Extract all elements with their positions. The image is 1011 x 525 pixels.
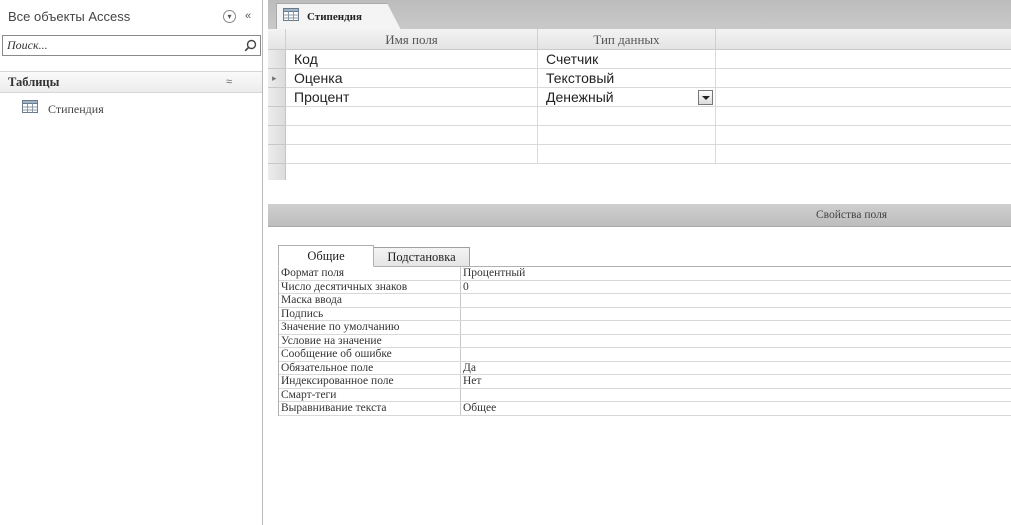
nav-pane-title[interactable]: Все объекты Access [8,9,219,24]
collapse-pane-icon[interactable]: « [240,8,256,24]
row-selector[interactable]: ▸ [268,69,286,88]
data-type-cell[interactable] [538,145,716,164]
property-row[interactable]: Сообщение об ошибке [279,348,1011,362]
table-row: Код Счетчик [286,50,1011,69]
field-name-cell[interactable]: Процент [286,88,538,107]
property-row[interactable]: Обязательное поле Да [279,361,1011,376]
nav-item-stipendiya[interactable]: Стипендия [0,95,262,123]
data-type-cell[interactable]: Денежный [538,88,716,107]
tab-lookup[interactable]: Подстановка [374,247,470,267]
row-selector[interactable] [268,145,286,164]
data-type-cell[interactable]: Счетчик [538,50,716,69]
table-row [286,126,1011,145]
property-label: Маска ввода [281,294,342,306]
description-cell[interactable] [716,126,1011,145]
table-icon [283,7,299,26]
property-value[interactable]: 0 [463,281,469,295]
nav-menu-dropdown-icon[interactable]: ▾ [223,9,236,23]
selector-header [268,29,286,50]
table-icon [22,100,38,118]
property-row[interactable]: Индексированное поле Нет [279,375,1011,389]
property-row[interactable]: Значение по умолчанию [279,321,1011,335]
document-tab-bar: Стипендия [268,0,1011,30]
column-header-description[interactable] [716,29,1011,50]
row-selector-column: ▸ [268,50,286,180]
data-type-value: Денежный [546,89,614,105]
current-row-marker-icon: ▸ [272,73,277,83]
table-row: Оценка Текстовый [286,69,1011,88]
table-row: Процент Денежный [286,88,1011,107]
description-cell[interactable] [716,50,1011,69]
search-icon[interactable] [240,36,260,55]
property-label: Число десятичных знаков [281,280,408,293]
property-row[interactable]: Смарт-теги [279,388,1011,402]
property-label: Условие на значение [281,334,382,347]
field-properties-title: Свойства поля [816,209,888,221]
grid-header-row: Имя поля Тип данных [268,29,1011,50]
column-header-field-name[interactable]: Имя поля [286,29,538,50]
description-cell[interactable] [716,107,1011,126]
row-selector[interactable] [268,88,286,107]
nav-pane-header[interactable]: Все объекты Access ▾ « [0,0,262,32]
description-cell[interactable] [716,145,1011,164]
property-row[interactable]: Маска ввода [279,294,1011,308]
table-row [286,107,1011,126]
property-label: Индексированное поле [281,375,394,387]
property-label: Сообщение об ошибке [281,348,392,360]
chevron-down-icon [701,95,710,100]
field-name-cell[interactable] [286,126,538,145]
data-type-cell[interactable] [538,126,716,145]
row-selector[interactable] [268,126,286,145]
field-name-cell[interactable] [286,107,538,126]
property-row[interactable]: Подпись [279,307,1011,321]
property-label: Подпись [281,307,324,320]
table-row [286,145,1011,164]
field-name-cell[interactable]: Оценка [286,69,538,88]
property-value[interactable]: Нет [463,375,481,389]
column-header-data-type[interactable]: Тип данных [538,29,716,50]
description-cell[interactable] [716,69,1011,88]
property-label: Смарт-теги [281,388,337,401]
data-type-cell[interactable]: Текстовый [538,69,716,88]
property-row[interactable]: Условие на значение [279,334,1011,348]
field-properties-bar[interactable]: Свойства поля [268,204,1011,226]
row-selector[interactable] [268,50,286,69]
property-sheet: Формат поля Процентный Число десятичных з… [278,266,1011,416]
property-label: Значение по умолчанию [281,321,400,333]
field-name-cell[interactable]: Код [286,50,538,69]
field-name-cell[interactable] [286,145,538,164]
nav-item-label: Стипендия [48,101,104,116]
collapse-group-icon[interactable]: ≈ [226,76,232,88]
group-label: Таблицы [8,74,60,89]
property-label: Формат поля [281,267,345,279]
tab-label: Стипендия [307,10,362,23]
data-type-dropdown-button[interactable] [698,90,713,105]
property-value[interactable]: Да [463,362,476,376]
property-label: Выравнивание текста [281,402,387,414]
table-design-view: Стипендия Имя поля Тип данных ▸ Код Счет… [264,0,1011,525]
row-selector[interactable] [268,107,286,126]
nav-search-box [2,35,261,56]
property-value[interactable]: Процентный [463,267,525,281]
tables-group-header[interactable]: Таблицы ≈ [0,71,262,93]
data-type-cell[interactable] [538,107,716,126]
tab-stipendiya[interactable]: Стипендия [276,3,401,30]
field-properties-panel: Общие Подстановка Формат поля Процентный … [268,226,1011,525]
property-row[interactable]: Формат поля Процентный [279,267,1011,281]
navigation-pane: Все объекты Access ▾ « Таблицы ≈ Стипенд… [0,0,263,525]
search-input[interactable] [3,36,240,55]
property-label: Обязательное поле [281,361,374,374]
property-row[interactable]: Число десятичных знаков 0 [279,280,1011,295]
tab-general[interactable]: Общие [278,245,374,267]
property-value[interactable]: Общее [463,402,496,416]
description-cell[interactable] [716,88,1011,107]
property-row[interactable]: Выравнивание текста Общее [279,402,1011,416]
